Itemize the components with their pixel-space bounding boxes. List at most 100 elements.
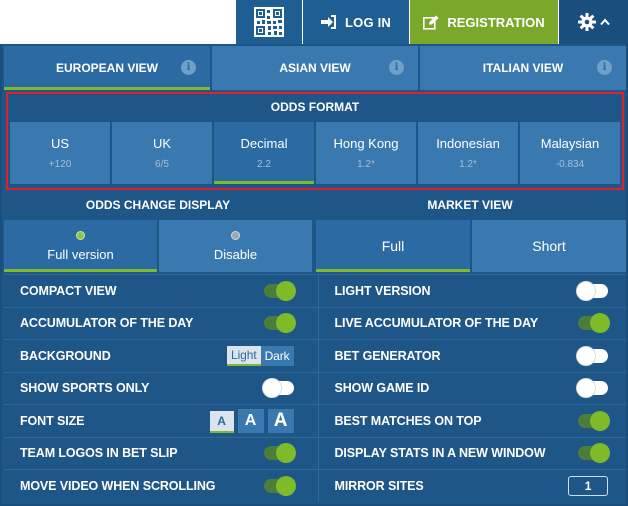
odds-option-name: US	[50, 136, 70, 151]
section-labels: ODDS CHANGE DISPLAY MARKET VIEW	[2, 190, 626, 220]
login-button[interactable]: LOG IN	[303, 0, 409, 44]
gear-icon	[577, 13, 596, 31]
chevron-up-icon	[599, 18, 610, 26]
setting-label: BET GENERATOR	[334, 348, 441, 363]
login-arrow-icon	[321, 15, 336, 29]
best-matches-toggle[interactable]	[578, 410, 610, 431]
tab-label: ASIAN VIEW	[279, 61, 351, 75]
toggle-knob	[275, 443, 296, 464]
info-icon[interactable]: i	[181, 60, 196, 75]
top-bar: LOG IN REGISTRATION	[0, 0, 628, 44]
setting-background: BACKGROUND Light Dark	[4, 340, 319, 372]
odds-option-us[interactable]: US +120	[10, 122, 110, 184]
background-dark-option[interactable]: Dark	[260, 345, 294, 366]
odds-option-sample: +120	[48, 159, 72, 170]
odds-option-hong-kong[interactable]: Hong Kong 1.2*	[316, 122, 416, 184]
tab-asian-view[interactable]: ASIAN VIEW i	[212, 46, 418, 90]
move-video-toggle[interactable]	[263, 475, 296, 496]
setting-label: LIVE ACCUMULATOR OF THE DAY	[334, 316, 539, 331]
background-light-option[interactable]: Light	[227, 345, 261, 366]
settings-toggle-button[interactable]	[559, 0, 628, 44]
font-size-options: A A A	[209, 408, 294, 433]
market-view-full[interactable]: Full	[316, 220, 470, 272]
toggle-knob	[576, 280, 596, 301]
odds-change-full-version[interactable]: Full version	[4, 220, 157, 272]
display-stats-toggle[interactable]	[578, 443, 610, 464]
setting-label: COMPACT VIEW	[20, 283, 117, 298]
font-size-large-button[interactable]: A	[267, 408, 294, 433]
odds-option-name: Malaysian	[540, 136, 600, 151]
odds-change-display-options: Full version Disable	[4, 220, 312, 272]
setting-light-version: LIGHT VERSION	[319, 275, 627, 307]
settings-row: FONT SIZE A A A BEST MATCHES ON TOP	[4, 404, 626, 437]
font-size-medium-button[interactable]: A	[237, 408, 264, 433]
team-logos-toggle[interactable]	[263, 443, 296, 464]
setting-display-stats: DISPLAY STATS IN A NEW WINDOW	[319, 438, 627, 470]
settings-row: BACKGROUND Light Dark BET GENERATOR	[4, 339, 626, 372]
radio-off-icon	[231, 230, 240, 240]
compact-view-toggle[interactable]	[263, 280, 296, 301]
mirror-sites-count[interactable]: 1	[568, 475, 608, 496]
setting-label: SHOW GAME ID	[334, 381, 430, 396]
info-icon[interactable]: i	[597, 60, 612, 75]
toggle-knob	[590, 313, 610, 334]
info-icon[interactable]: i	[389, 60, 404, 75]
setting-show-game-id: SHOW GAME ID	[319, 373, 627, 405]
light-version-toggle[interactable]	[576, 280, 608, 301]
choice-label: Short	[532, 238, 566, 254]
show-sports-only-toggle[interactable]	[261, 378, 294, 399]
settings-panel: EUROPEAN VIEW i ASIAN VIEW i ITALIAN VIE…	[0, 44, 628, 506]
radio-on-icon	[76, 230, 85, 240]
view-tabs: EUROPEAN VIEW i ASIAN VIEW i ITALIAN VIE…	[4, 46, 626, 90]
setting-bet-generator: BET GENERATOR	[319, 340, 627, 372]
odds-option-sample: 2.2	[257, 159, 271, 170]
settings-row: ACCUMULATOR OF THE DAY LIVE ACCUMULATOR …	[4, 306, 626, 339]
bet-generator-toggle[interactable]	[576, 345, 608, 366]
tab-label: EUROPEAN VIEW	[55, 61, 158, 75]
settings-row: COMPACT VIEW LIGHT VERSION	[4, 274, 626, 307]
market-view-short[interactable]: Short	[472, 220, 626, 272]
setting-show-sports-only: SHOW SPORTS ONLY	[4, 372, 319, 404]
setting-label: FONT SIZE	[20, 413, 85, 428]
odds-option-malaysian[interactable]: Malaysian -0.834	[520, 122, 620, 184]
show-game-id-toggle[interactable]	[576, 378, 608, 399]
settings-row: TEAM LOGOS IN BET SLIP DISPLAY STATS IN …	[4, 436, 627, 470]
live-accumulator-toggle[interactable]	[578, 313, 610, 334]
settings-row: MOVE VIDEO WHEN SCROLLING MIRROR SITES 1	[4, 469, 626, 502]
font-size-small-button[interactable]: A	[209, 410, 234, 433]
toggle-knob	[275, 313, 296, 334]
qr-code-button[interactable]	[236, 0, 302, 44]
setting-mirror-sites: MIRROR SITES 1	[319, 470, 627, 502]
toggle-knob	[590, 443, 610, 464]
odds-format-title: ODDS FORMAT	[270, 100, 360, 114]
odds-option-indonesian[interactable]: Indonesian 1.2*	[418, 122, 518, 184]
setting-best-matches: BEST MATCHES ON TOP	[319, 405, 627, 437]
setting-label: ACCUMULATOR OF THE DAY	[20, 316, 194, 331]
toggle-knob	[261, 378, 282, 399]
odds-option-sample: 1.2*	[459, 159, 477, 170]
odds-option-name: UK	[152, 136, 172, 151]
odds-option-uk[interactable]: UK 6/5	[112, 122, 212, 184]
settings-list: COMPACT VIEW LIGHT VERSION ACCUMULATOR O…	[4, 274, 626, 502]
odds-option-name: Decimal	[240, 136, 288, 151]
choice-label: Full version	[47, 246, 114, 262]
settings-row: SHOW SPORTS ONLY SHOW GAME ID	[4, 371, 627, 405]
choice-label: Disable	[213, 246, 258, 262]
odds-change-disable[interactable]: Disable	[159, 220, 312, 272]
setting-label: BACKGROUND	[20, 348, 111, 363]
tab-european-view[interactable]: EUROPEAN VIEW i	[4, 46, 210, 90]
accumulator-toggle[interactable]	[263, 313, 296, 334]
odds-option-decimal[interactable]: Decimal 2.2	[214, 122, 314, 184]
toggle-knob	[590, 410, 610, 431]
tab-italian-view[interactable]: ITALIAN VIEW i	[420, 46, 626, 90]
choice-label: Full	[381, 238, 405, 254]
setting-label: DISPLAY STATS IN A NEW WINDOW	[334, 446, 546, 461]
tab-label: ITALIAN VIEW	[482, 61, 564, 75]
registration-button[interactable]: REGISTRATION	[410, 0, 558, 44]
setting-label: MOVE VIDEO WHEN SCROLLING	[20, 478, 216, 493]
setting-label: MIRROR SITES	[334, 478, 424, 493]
login-label: LOG IN	[345, 14, 391, 30]
toggle-knob	[576, 345, 596, 366]
toggle-knob	[275, 280, 296, 301]
qr-code-icon	[254, 7, 284, 37]
